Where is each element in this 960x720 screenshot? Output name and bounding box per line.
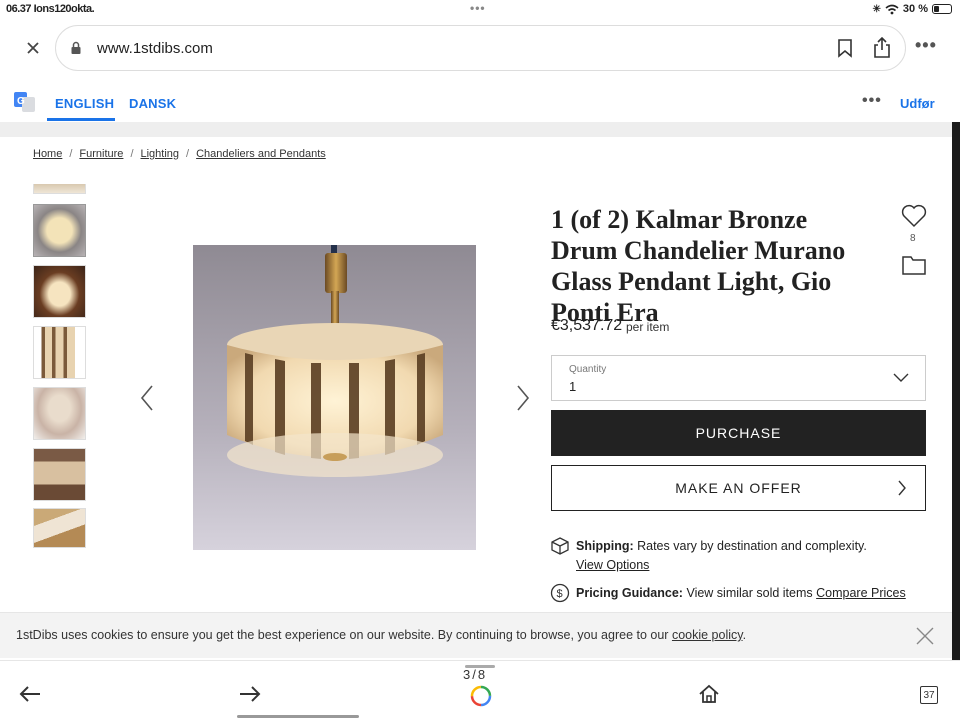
- breadcrumb-home[interactable]: Home: [33, 148, 62, 160]
- translate-done-button[interactable]: Udfør: [900, 96, 935, 111]
- google-discover-icon[interactable]: [470, 685, 492, 707]
- breadcrumb-chandeliers[interactable]: Chandeliers and Pendants: [196, 148, 326, 160]
- more-menu-icon[interactable]: •••: [915, 35, 937, 56]
- shipping-label: Shipping:: [576, 539, 634, 553]
- purchase-label: PURCHASE: [695, 425, 782, 441]
- product-price: €3,537.72: [551, 317, 623, 334]
- thumbnail[interactable]: [33, 508, 86, 548]
- chevron-right-icon: [898, 480, 906, 496]
- tab-position: 3/8: [463, 667, 488, 682]
- pricing-text: View similar sold items: [686, 586, 813, 600]
- breadcrumb-separator: /: [130, 148, 134, 160]
- lang-danish[interactable]: DANSK: [129, 96, 176, 111]
- cookie-policy-link[interactable]: cookie policy: [672, 628, 743, 642]
- chevron-down-icon: [893, 373, 909, 382]
- wifi-icon: [885, 4, 899, 14]
- quantity-value: 1: [569, 379, 577, 394]
- lock-icon: [71, 41, 81, 54]
- breadcrumb-separator: /: [69, 148, 73, 160]
- quantity-select[interactable]: Quantity 1: [551, 355, 926, 401]
- cookie-end: .: [742, 628, 747, 642]
- quantity-label: Quantity: [569, 364, 607, 375]
- previous-image-arrow-icon[interactable]: [138, 384, 158, 412]
- price-unit: per item: [626, 320, 670, 334]
- status-time: 06.37 Ions120okta.: [6, 3, 95, 15]
- battery-percent: 30 %: [902, 3, 928, 15]
- pricing-label: Pricing Guidance:: [576, 586, 683, 600]
- breadcrumb-lighting[interactable]: Lighting: [141, 148, 180, 160]
- thumbnail[interactable]: [33, 387, 86, 440]
- product-image[interactable]: [193, 245, 476, 550]
- close-icon[interactable]: [915, 626, 935, 646]
- close-icon[interactable]: [20, 35, 46, 61]
- cookie-message: 1stDibs uses cookies to ensure you get t…: [16, 628, 746, 642]
- forward-arrow-icon[interactable]: [238, 685, 262, 703]
- dollar-icon: $: [550, 583, 570, 603]
- cookie-banner: 1stDibs uses cookies to ensure you get t…: [0, 612, 952, 658]
- browser-toolbar: 3/8 37: [0, 660, 960, 720]
- compare-prices-link[interactable]: Compare Prices: [816, 586, 906, 600]
- folder-icon[interactable]: [901, 254, 927, 276]
- bookmark-icon[interactable]: [837, 38, 853, 58]
- tab-count-button[interactable]: 37: [920, 686, 938, 704]
- back-arrow-icon[interactable]: [18, 685, 42, 703]
- breadcrumb: Home / Furniture / Lighting / Chandelier…: [33, 148, 326, 160]
- translate-options-icon[interactable]: •••: [862, 92, 882, 110]
- view-options-link[interactable]: View Options: [576, 558, 649, 572]
- thumbnail[interactable]: [33, 184, 86, 194]
- thumbnail[interactable]: [33, 326, 86, 379]
- favorites-count: 8: [910, 233, 916, 244]
- toolbar-indicator: [237, 715, 359, 718]
- share-icon[interactable]: [873, 37, 891, 59]
- shipping-info: Shipping: Rates vary by destination and …: [576, 539, 867, 553]
- home-icon[interactable]: [698, 684, 720, 704]
- make-offer-label: MAKE AN OFFER: [675, 480, 802, 496]
- battery-icon: [932, 4, 952, 14]
- multitask-dots[interactable]: •••: [470, 1, 486, 15]
- status-right: ✳ 30 %: [873, 3, 952, 15]
- cookie-text: 1stDibs uses cookies to ensure you get t…: [16, 628, 669, 642]
- url-text[interactable]: www.1stdibs.com: [97, 40, 213, 57]
- svg-text:$: $: [557, 588, 563, 600]
- product-title: 1 (of 2) Kalmar Bronze Drum Chandelier M…: [551, 205, 846, 327]
- shipping-text: Rates vary by destination and complexity…: [637, 539, 867, 553]
- chandelier-photo: [193, 245, 476, 550]
- breadcrumb-furniture[interactable]: Furniture: [79, 148, 123, 160]
- google-translate-icon: G: [14, 92, 35, 112]
- pricing-guidance: Pricing Guidance: View similar sold item…: [576, 586, 906, 600]
- address-bar[interactable]: www.1stdibs.com: [55, 25, 906, 71]
- thumbnail[interactable]: [33, 204, 86, 257]
- battery-fill: [934, 6, 939, 12]
- moon-icon: ✳: [872, 3, 881, 15]
- thumbnail[interactable]: [33, 448, 86, 501]
- translate-bar: G ENGLISH DANSK ••• Udfør: [0, 84, 960, 122]
- purchase-button[interactable]: PURCHASE: [551, 410, 926, 456]
- breadcrumb-separator: /: [186, 148, 190, 160]
- package-icon: [551, 537, 569, 555]
- svg-text:G: G: [17, 96, 25, 107]
- thumbnail[interactable]: [33, 265, 86, 318]
- lang-english[interactable]: ENGLISH: [55, 96, 114, 111]
- make-offer-button[interactable]: MAKE AN OFFER: [551, 465, 926, 511]
- page-edge: [952, 122, 960, 662]
- heart-icon[interactable]: [901, 204, 927, 228]
- divider-band: [0, 122, 960, 137]
- active-lang-underline: [47, 118, 115, 121]
- tab-count: 37: [923, 689, 935, 701]
- status-bar: 06.37 Ions120okta. ••• ✳ 30 %: [0, 0, 960, 18]
- next-image-arrow-icon[interactable]: [512, 384, 532, 412]
